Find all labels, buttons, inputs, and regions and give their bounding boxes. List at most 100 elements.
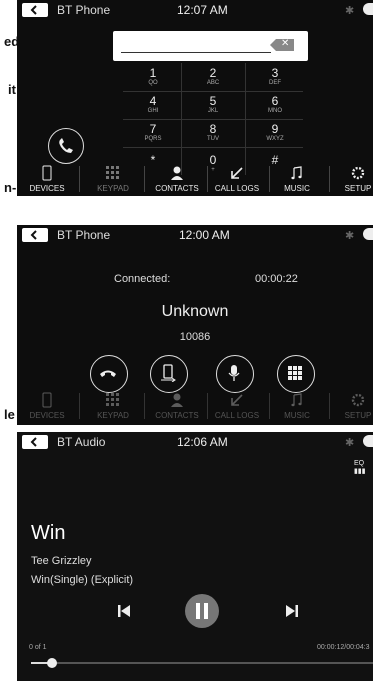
back-button[interactable] (22, 435, 48, 449)
nav-keypad[interactable]: KEYPAD (83, 389, 143, 420)
call-status: Connected: (114, 273, 171, 285)
key-7[interactable]: 7 PQRS (125, 123, 181, 143)
dial-input[interactable]: ✕ (113, 31, 308, 61)
microphone-icon (228, 365, 240, 381)
nav-music[interactable]: MUSIC (267, 389, 327, 420)
key-8[interactable]: 8 TUV (185, 123, 241, 143)
key-3[interactable]: 3 DEF (247, 67, 303, 87)
audio-screen: BT Audio 12:06 AM ✱ EQ ▮▮▮ Win Tee Grizzl… (17, 432, 373, 681)
nav-label: MUSIC (284, 411, 310, 420)
contact-icon (171, 166, 183, 180)
key-1[interactable]: 1 QO (125, 67, 181, 87)
album-name: Win(Single) (Explicit) (31, 574, 134, 586)
divider (329, 166, 330, 192)
key-2[interactable]: 2 ABC (185, 67, 241, 87)
progress-bar[interactable] (31, 662, 373, 664)
caller-number: 10086 (179, 331, 211, 343)
key-letters: WXYZ (266, 136, 284, 142)
divider (123, 119, 303, 120)
pause-button[interactable] (185, 594, 219, 628)
backspace-icon[interactable]: ✕ (270, 39, 294, 51)
nav-devices[interactable]: DEVICES (17, 162, 77, 193)
key-4[interactable]: 4 GHI (125, 95, 181, 115)
song-title: Win (31, 522, 66, 544)
nav-contacts[interactable]: CONTACTS (147, 162, 207, 193)
nav-label: KEYPAD (97, 411, 129, 420)
bottom-nav: DEVICES KEYPAD CONTACTS CALL LOGS MUSIC … (17, 162, 373, 196)
transfer-button[interactable] (150, 355, 188, 393)
nav-setup[interactable]: SETUP (333, 389, 373, 420)
edge-text-3: n- (4, 180, 17, 195)
nav-keypad[interactable]: KEYPAD (83, 162, 143, 193)
clock: 12:00 AM (179, 228, 230, 242)
nav-devices[interactable]: DEVICES (17, 389, 77, 420)
skip-previous-icon (118, 605, 130, 617)
phone-transfer-icon (161, 364, 176, 382)
eq-button[interactable]: EQ ▮▮▮ (354, 460, 366, 476)
divider (123, 91, 303, 92)
end-call-button[interactable] (90, 355, 128, 393)
key-digit: 6 (271, 94, 279, 108)
progress-handle[interactable] (46, 658, 57, 668)
divider (144, 166, 145, 192)
nav-label: KEYPAD (97, 184, 129, 193)
music-icon (291, 166, 302, 180)
call-duration: 00:00:22 (255, 273, 298, 285)
music-icon (291, 393, 302, 407)
clock: 12:07 AM (177, 3, 228, 17)
keypad-icon (288, 366, 302, 380)
mute-button[interactable] (216, 355, 254, 393)
key-digit: 1 (149, 66, 157, 80)
pause-icon (196, 603, 208, 619)
power-icon[interactable] (363, 3, 373, 15)
key-letters: QO (148, 80, 158, 86)
nav-contacts[interactable]: CONTACTS (147, 389, 207, 420)
divider (79, 166, 80, 192)
nav-call-logs[interactable]: CALL LOGS (207, 162, 267, 193)
call-button[interactable] (48, 128, 84, 164)
nav-music[interactable]: MUSIC (267, 162, 327, 193)
edge-text-2: it (8, 82, 16, 97)
bottom-nav: DEVICES KEYPAD CONTACTS CALL LOGS MUSIC … (17, 389, 373, 425)
nav-call-logs[interactable]: CALL LOGS (207, 389, 267, 420)
screen-title: BT Phone (57, 228, 111, 242)
track-count: 0 of 1 (29, 644, 47, 651)
divider (123, 147, 303, 148)
eq-bars-icon: ▮▮▮ (354, 468, 366, 475)
top-bar: BT Phone 12:00 AM ✱ (17, 225, 373, 245)
nav-setup[interactable]: SETUP (333, 162, 373, 193)
back-arrow-icon (30, 5, 37, 15)
next-track-button[interactable] (285, 604, 299, 623)
keypad-icon (106, 393, 119, 406)
keypad-screen: BT Phone 12:07 AM ✱ ✕ 1 QO 2 ABC 3 DEF 4 GHI… (17, 0, 373, 196)
power-icon[interactable] (363, 228, 373, 240)
call-log-icon (231, 167, 243, 179)
key-digit: 7 (149, 122, 157, 136)
key-6[interactable]: 6 MNO (247, 95, 303, 115)
back-button[interactable] (22, 228, 48, 242)
back-button[interactable] (22, 3, 48, 17)
key-digit: 9 (271, 122, 279, 136)
caller-name: Unknown (161, 303, 229, 320)
key-digit: 8 (209, 122, 217, 136)
phone-icon (59, 138, 73, 153)
previous-track-button[interactable] (117, 604, 131, 623)
key-5[interactable]: 5 JKL (185, 95, 241, 115)
back-arrow-icon (30, 437, 37, 447)
key-letters: ABC (206, 80, 220, 86)
nav-label: DEVICES (29, 184, 65, 193)
key-9[interactable]: 9 WXYZ (247, 123, 303, 143)
bluetooth-icon: ✱ (345, 230, 355, 242)
key-letters: MNO (268, 108, 282, 114)
divider (79, 393, 80, 419)
nav-label: SETUP (344, 184, 372, 193)
screen-title: BT Audio (57, 435, 106, 449)
nav-label: SETUP (344, 411, 372, 420)
bluetooth-icon: ✱ (345, 5, 355, 17)
eq-label: EQ (354, 460, 365, 467)
back-arrow-icon (30, 230, 37, 240)
nav-label: CALL LOGS (214, 184, 260, 193)
call-screen: BT Phone 12:00 AM ✱ Connected: 00:00:22 … (17, 225, 373, 425)
power-icon[interactable] (363, 435, 373, 447)
keypad-button[interactable] (277, 355, 315, 393)
